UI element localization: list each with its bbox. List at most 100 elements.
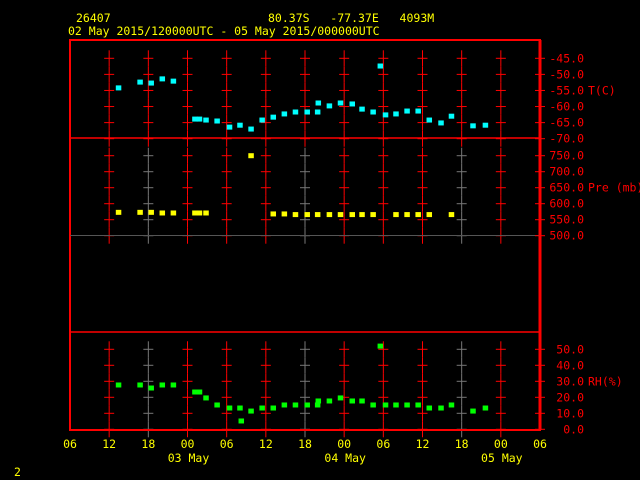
station-id: 26407: [76, 11, 111, 25]
rh-point: [281, 402, 288, 408]
temperature-point: [315, 100, 322, 106]
rh-point: [196, 389, 203, 395]
temperature-point: [470, 123, 476, 129]
y-tick-label: -65.0: [549, 116, 584, 130]
rh-point: [359, 398, 365, 404]
y-tick-label: 550.0: [549, 213, 584, 227]
rh-point: [438, 405, 444, 411]
rh-point: [292, 402, 299, 408]
temperature-point: [270, 114, 277, 120]
temperature-point: [248, 126, 254, 132]
rh-point: [482, 405, 489, 411]
pressure-point: [314, 212, 321, 218]
y-tick-label: 50.0: [556, 342, 584, 356]
y-tick-label: -70.0: [549, 132, 584, 146]
rh-point: [238, 418, 245, 424]
pressure-point: [337, 212, 344, 218]
pressure-point: [292, 212, 299, 218]
temperature-point: [170, 78, 177, 84]
meteogram: 26407 80.37S -77.37E 4093M 02 May 2015/1…: [0, 0, 640, 480]
temperature-point: [304, 109, 310, 115]
x-tick-label: 06: [376, 437, 390, 451]
rh-point: [377, 343, 384, 349]
rh-point: [404, 402, 410, 408]
y-tick-label: -60.0: [549, 100, 584, 114]
y-tick-label: 30.0: [556, 374, 584, 388]
pressure-point: [393, 212, 399, 218]
temperature-point: [237, 122, 243, 128]
x-tick-label: 18: [298, 437, 312, 451]
y-tick-label: -45.0: [549, 51, 584, 65]
rh-point: [159, 382, 166, 388]
temperature-point: [226, 124, 233, 130]
temperature-point: [159, 76, 166, 82]
temperature-point: [393, 111, 399, 117]
pressure-point: [349, 212, 355, 218]
y-tick-label: 0.0: [563, 422, 584, 436]
temperature-point: [259, 117, 265, 123]
temperature-point: [314, 109, 321, 115]
y-axis-label: RH(%): [588, 374, 623, 388]
rh-point: [137, 382, 143, 388]
rh-point: [270, 405, 277, 411]
temperature-point: [203, 117, 209, 123]
rh-point: [326, 398, 333, 404]
x-tick-label: 06: [63, 437, 77, 451]
temperature-point: [115, 85, 122, 91]
y-tick-label: 10.0: [556, 406, 584, 420]
rh-point: [148, 385, 154, 391]
y-tick-label: 600.0: [549, 197, 584, 211]
temperature-point: [214, 118, 220, 124]
rh-point: [315, 398, 322, 404]
x-tick-label: 12: [102, 437, 116, 451]
rh-point: [259, 405, 265, 411]
x-tick-label: 18: [455, 437, 469, 451]
temperature-point: [382, 112, 389, 118]
x-date-label: 04 May: [324, 451, 366, 465]
pressure-point: [304, 212, 310, 218]
pressure-point: [248, 153, 254, 159]
x-tick-label: 12: [259, 437, 273, 451]
rh-point: [226, 405, 233, 411]
x-tick-label: 12: [416, 437, 430, 451]
pressure-point: [196, 210, 203, 216]
y-tick-label: -50.0: [549, 67, 584, 81]
x-date-label: 03 May: [168, 451, 210, 465]
rh-point: [448, 402, 455, 408]
y-tick-label: 20.0: [556, 390, 584, 404]
page-number: 2: [14, 465, 21, 479]
x-tick-label: 06: [533, 437, 547, 451]
rh-point: [426, 405, 433, 411]
temperature-point: [359, 106, 365, 112]
x-tick-label: 06: [220, 437, 234, 451]
rh-point: [337, 395, 344, 401]
pressure-point: [281, 211, 288, 217]
pressure-point: [270, 211, 277, 217]
rh-point: [237, 405, 243, 411]
temperature-point: [438, 120, 444, 126]
grid: [104, 50, 506, 438]
temperature-point: [148, 80, 154, 86]
temperature-point: [404, 108, 410, 114]
pressure-point: [137, 209, 143, 215]
temperature-point: [448, 113, 455, 119]
pressure-point: [203, 210, 209, 216]
temperature-point: [196, 116, 203, 122]
y-tick-label: -55.0: [549, 83, 584, 97]
pressure-point: [370, 212, 376, 218]
rh-point: [382, 402, 389, 408]
pressure-point: [115, 209, 122, 215]
temperature-point: [349, 101, 355, 107]
y-axis-label: Pre (mb): [588, 181, 640, 195]
temperature-point: [292, 109, 299, 115]
y-tick-label: 650.0: [549, 181, 584, 195]
temperature-point: [370, 109, 376, 115]
y-tick-label: 40.0: [556, 358, 584, 372]
temperature-point: [415, 108, 421, 114]
rh-point: [214, 402, 220, 408]
pressure-point: [359, 212, 365, 218]
y-tick-label: 700.0: [549, 165, 584, 179]
station-location: 80.37S -77.37E 4093M: [268, 11, 434, 25]
rh-point: [393, 402, 399, 408]
rh-point: [349, 398, 355, 404]
